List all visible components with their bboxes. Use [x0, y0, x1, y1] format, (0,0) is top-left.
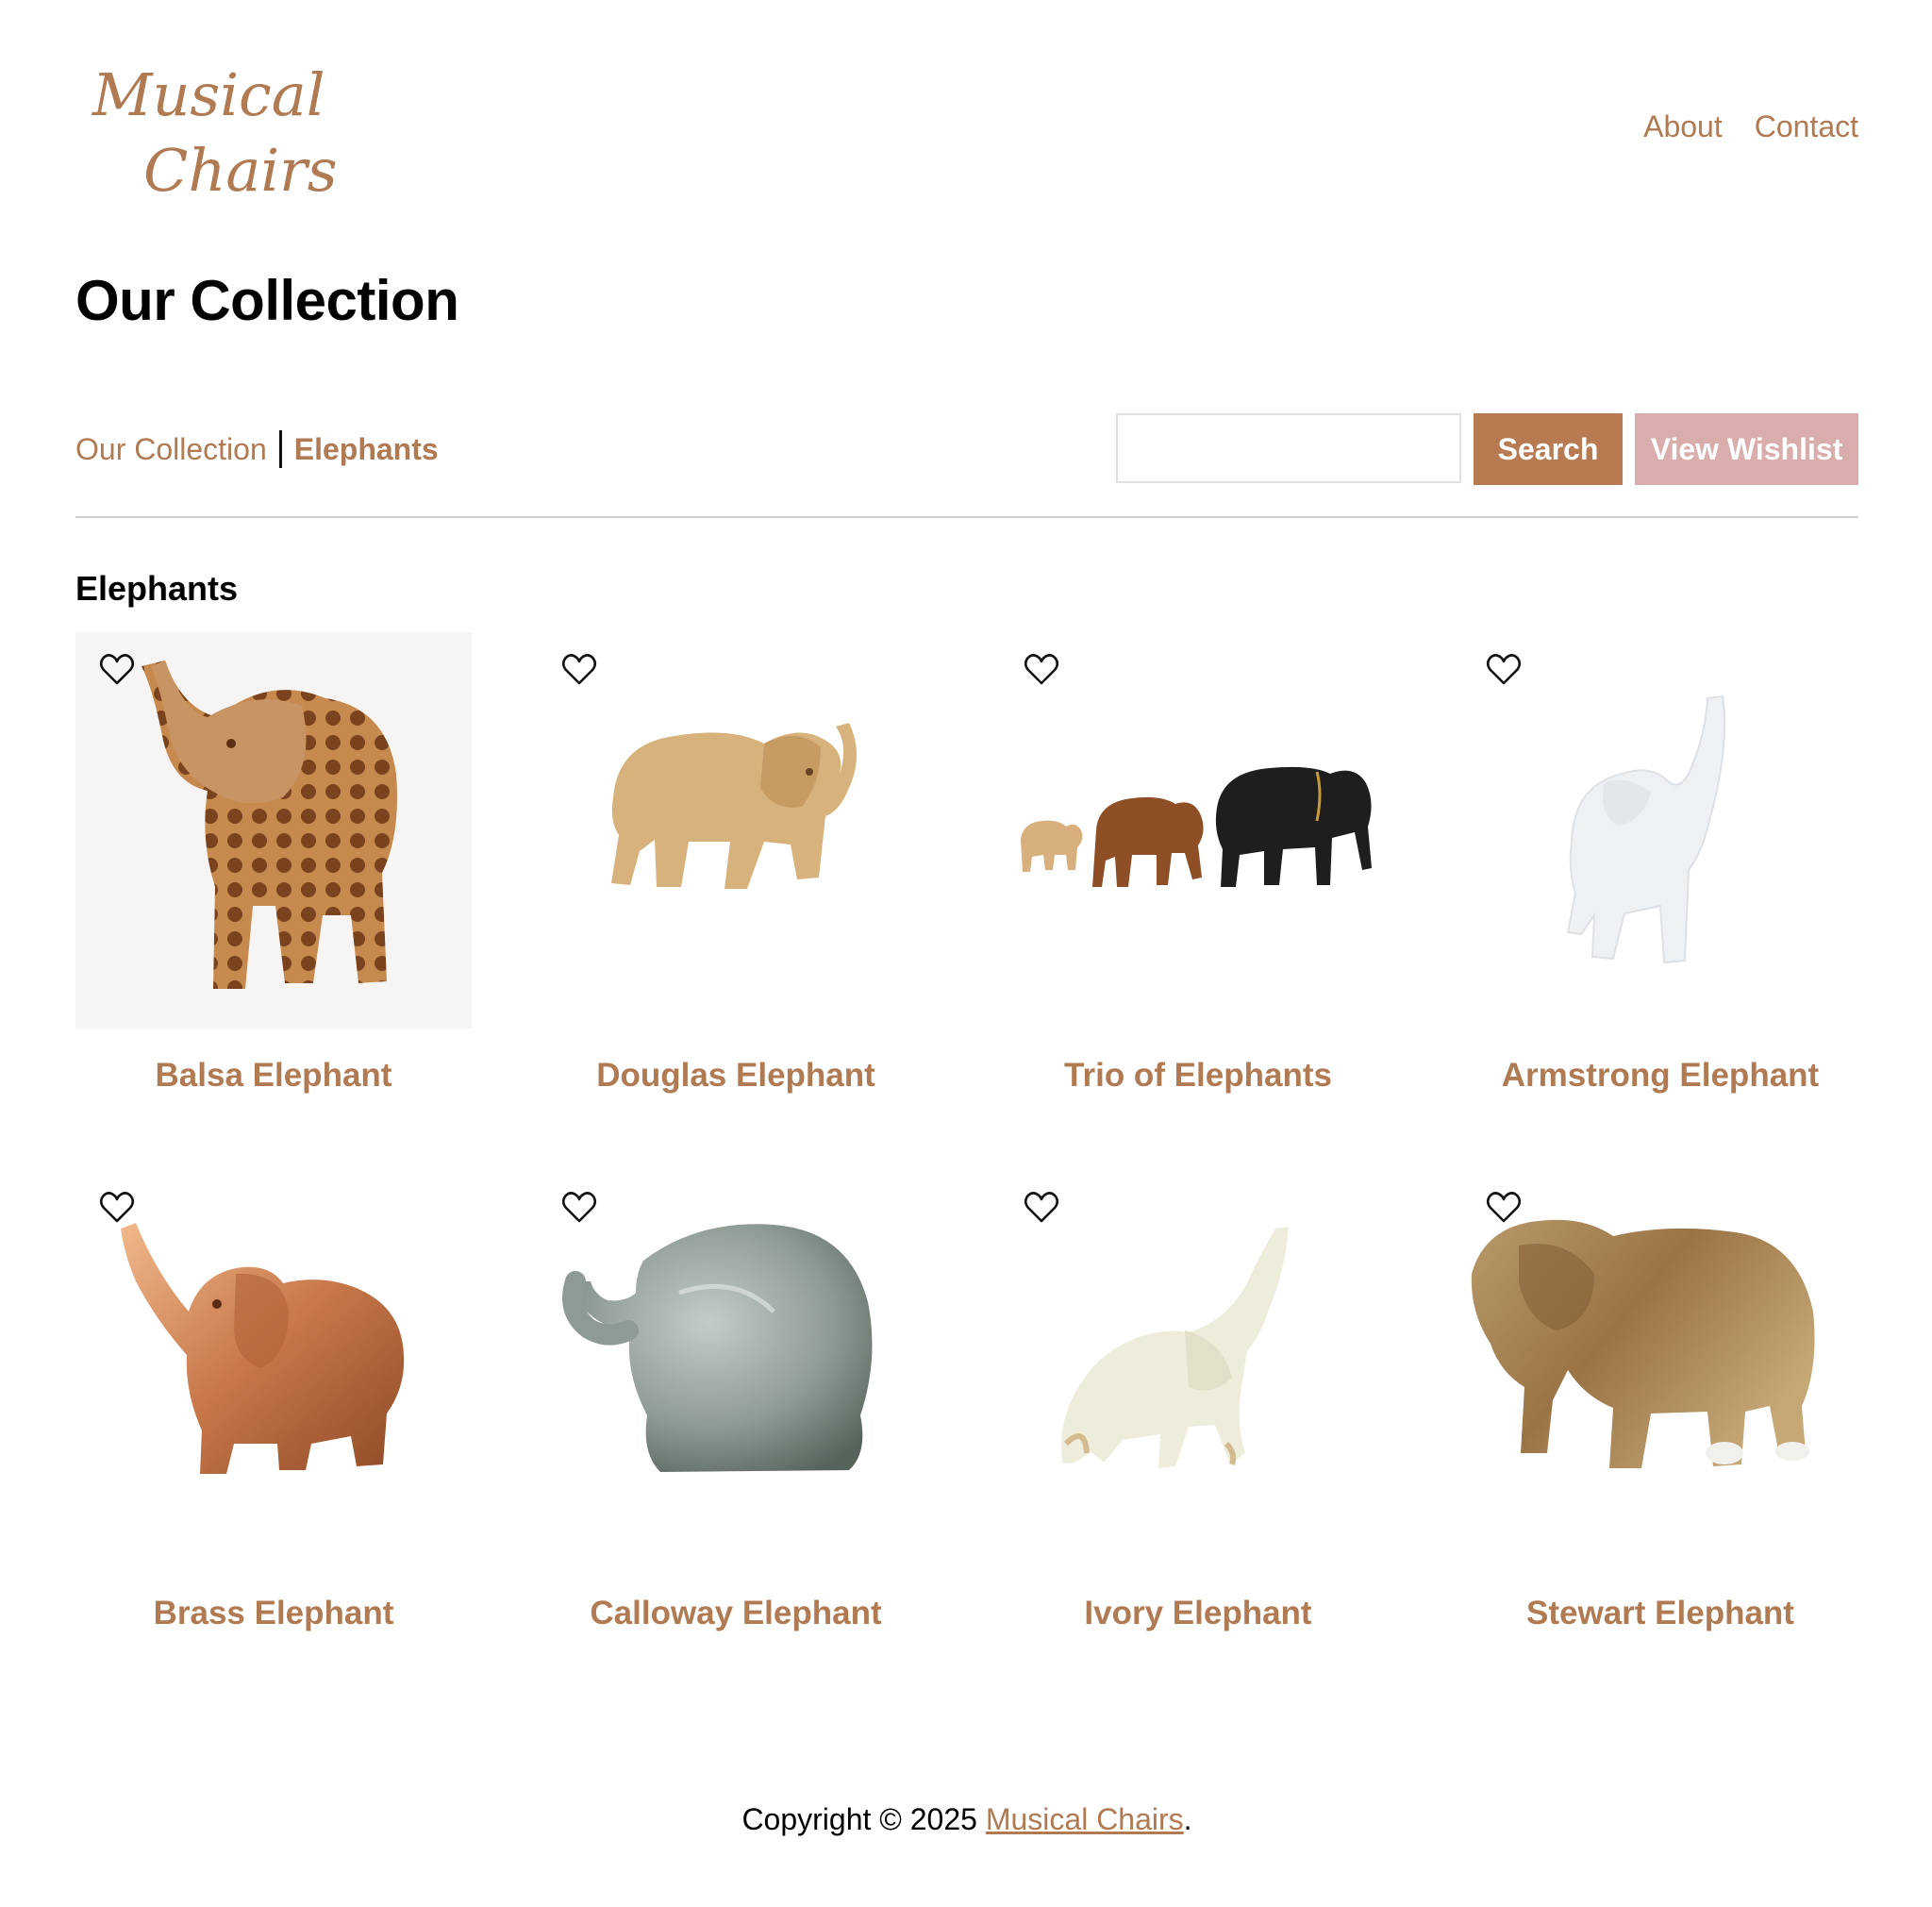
product-title-link[interactable]: Armstrong Elephant — [1462, 1057, 1858, 1095]
logo[interactable]: Musical Chairs — [85, 57, 349, 208]
logo-line2: Chairs — [143, 136, 338, 205]
product-image-glazed-brown-ceramic-elephant[interactable] — [1462, 1170, 1858, 1566]
breadcrumb-parent-link[interactable]: Our Collection — [75, 432, 267, 467]
heart-icon[interactable] — [98, 1189, 136, 1227]
nav-about-link[interactable]: About — [1643, 109, 1723, 144]
heart-icon[interactable] — [1485, 651, 1523, 689]
page-title: Our Collection — [75, 269, 459, 332]
heart-icon[interactable] — [1023, 651, 1060, 689]
footer-brand-link[interactable]: Musical Chairs — [986, 1802, 1184, 1836]
page: Musical Chairs About Contact Our Collect… — [75, 0, 1858, 1907]
section-title: Elephants — [75, 569, 239, 608]
product-title-link[interactable]: Calloway Elephant — [538, 1595, 934, 1632]
collection-toolbar: Our Collection Elephants Search View Wis… — [75, 413, 1858, 487]
top-nav: About Contact — [1643, 109, 1858, 144]
heart-icon[interactable] — [560, 651, 598, 689]
footer: Copyright © 2025 Musical Chairs. — [75, 1802, 1858, 1837]
product-title-link[interactable]: Trio of Elephants — [1000, 1057, 1396, 1095]
product-image-white-ceramic-elephant[interactable] — [1462, 632, 1858, 1029]
nav-contact-link[interactable]: Contact — [1755, 109, 1858, 144]
toolbar-divider — [75, 516, 1858, 518]
heart-icon[interactable] — [1485, 1189, 1523, 1227]
product-title-link[interactable]: Stewart Elephant — [1462, 1595, 1858, 1632]
breadcrumb: Our Collection Elephants — [75, 430, 439, 468]
breadcrumb-separator — [278, 430, 282, 468]
heart-icon[interactable] — [1023, 1189, 1060, 1227]
search-button[interactable]: Search — [1474, 413, 1623, 485]
view-wishlist-button[interactable]: View Wishlist — [1635, 413, 1858, 485]
product-title-link[interactable]: Brass Elephant — [75, 1595, 472, 1632]
footer-copyright: Copyright © 2025 — [741, 1802, 986, 1836]
logo-line1: Musical — [92, 60, 325, 129]
product-image-light-wood-elephant[interactable] — [538, 632, 934, 1029]
search-input[interactable] — [1116, 413, 1461, 483]
footer-suffix: . — [1183, 1802, 1192, 1836]
product-title-link[interactable]: Douglas Elephant — [538, 1057, 934, 1095]
logo-wordmark: Musical Chairs — [92, 60, 338, 205]
product-image-carved-lattice-wood-elephant[interactable] — [75, 632, 472, 1029]
product-title-link[interactable]: Ivory Elephant — [1000, 1595, 1396, 1632]
product-image-three-elephants-wood-and-black[interactable] — [1000, 632, 1396, 1029]
product-image-copper-elephant-trunk-up[interactable] — [75, 1170, 472, 1566]
product-image-onyx-elephant-trunk-up[interactable] — [1000, 1170, 1396, 1566]
breadcrumb-current: Elephants — [293, 431, 439, 466]
product-image-glass-elephant[interactable] — [538, 1170, 934, 1566]
heart-icon[interactable] — [98, 651, 136, 689]
product-title-link[interactable]: Balsa Elephant — [75, 1057, 472, 1095]
heart-icon[interactable] — [560, 1189, 598, 1227]
